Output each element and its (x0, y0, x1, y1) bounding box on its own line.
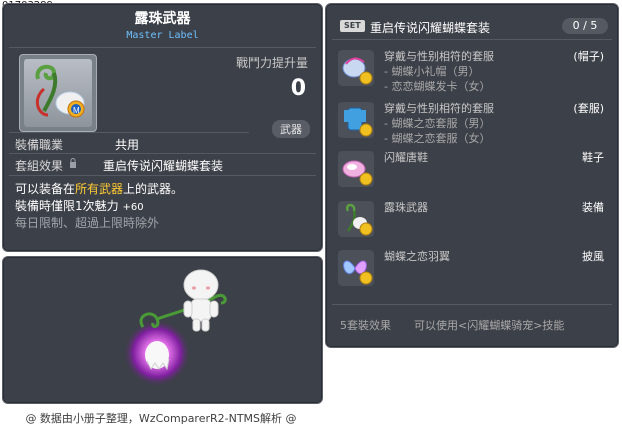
svg-text:M: M (73, 106, 80, 115)
set-item-name: 闪耀唐鞋 (384, 151, 428, 164)
desc-highlight: 所有武器 (75, 182, 124, 196)
set-item-sub: - 恋恋蝴蝶发卡（女） (384, 80, 491, 93)
item-label: Master Label (126, 30, 199, 41)
outfit-icon (338, 102, 374, 138)
set-item-slot: 鞋子 (582, 151, 604, 164)
item-icon-frame: M (19, 54, 97, 132)
set-item-slot: (套服) (573, 102, 604, 115)
item-tooltip-panel: 露珠武器 Master Label M 戰鬥力提升量 0 武器 裝備職業 共用 … (2, 3, 323, 252)
set-item-shoes[interactable]: 闪耀唐鞋 鞋子 (336, 149, 612, 189)
character-preview-panel (2, 256, 323, 404)
item-title: 露珠武器 (134, 11, 191, 27)
charm-value: +60 (122, 202, 144, 213)
set-item-name: 穿戴与性别相符的套服 (384, 50, 494, 63)
set-title: 重启传说闪耀蝴蝶套装 (370, 21, 491, 35)
set-item-name: 露珠武器 (384, 201, 428, 214)
divider (332, 39, 612, 40)
set-effect-label: 套組效果 (15, 159, 64, 173)
set-item-slot: 装備 (582, 201, 604, 214)
set-item-wings[interactable]: 蝴蝶之恋羽翼 披風 (336, 248, 612, 288)
set-item-slot: (帽子) (573, 50, 604, 63)
weapon-icon (338, 201, 374, 237)
character-preview (123, 269, 227, 387)
divider (9, 175, 316, 176)
set-effect-label: 5套裝效果 (340, 319, 391, 332)
job-value: 共用 (115, 138, 140, 152)
character-avatar (183, 269, 219, 332)
set-name: 重启传说闪耀蝴蝶套装 (103, 159, 224, 173)
power-increase-label: 戰鬥力提升量 (235, 56, 308, 70)
desc-text: 上的武器。 (123, 182, 184, 196)
lock-icon (70, 158, 76, 168)
set-item-sub: - 蝴蝶之恋套服（女） (384, 132, 491, 145)
item-icon-background: M (24, 59, 92, 127)
set-badge: SET (340, 20, 365, 32)
dewdrop-weapon-icon: M (35, 64, 85, 118)
charm-description: 裝備時僅限1次魅力 +60 (15, 197, 144, 214)
divider (9, 47, 316, 48)
credit-text: @ 数据由小册子整理，WzComparerR2-NTMS解析 @ (25, 412, 297, 425)
hat-icon (338, 50, 374, 86)
set-item-outfit[interactable]: 穿戴与性别相符的套服 (套服) - 蝴蝶之恋套服（男） - 蝴蝶之恋套服（女） (336, 100, 612, 145)
wings-icon (338, 250, 374, 286)
limit-description: 每日限制、超過上限時除外 (15, 216, 160, 230)
divider (9, 132, 249, 133)
divider (332, 304, 612, 305)
set-info-panel: SET 重启传说闪耀蝴蝶套装 0 / 5 穿戴与性别相符的套服 (帽子) - 蝴… (325, 3, 619, 348)
category-badge: 武器 (272, 120, 310, 138)
set-item-slot: 披風 (582, 250, 604, 263)
power-increase-value: 0 (290, 76, 306, 101)
desc-text: 可以装备在 (15, 182, 76, 196)
set-item-name: 穿戴与性别相符的套服 (384, 102, 494, 115)
set-item-hat[interactable]: 穿戴与性别相符的套服 (帽子) - 蝴蝶小礼帽（男） - 恋恋蝴蝶发卡（女） (336, 48, 612, 93)
set-item-sub: - 蝴蝶之恋套服（男） (384, 117, 491, 130)
set-effect-value: 可以使用<闪耀蝴蝶骑宠>技能 (414, 319, 565, 332)
equip-description: 可以装备在所有武器上的武器。 (15, 180, 183, 197)
divider (9, 153, 316, 154)
charm-text: 裝備時僅限1次魅力 (15, 199, 119, 213)
job-label: 裝備職業 (15, 138, 64, 152)
set-count-badge: 0 / 5 (562, 18, 608, 34)
set-item-sub: - 蝴蝶小礼帽（男） (384, 65, 480, 78)
set-item-weapon[interactable]: 露珠武器 装備 (336, 199, 612, 239)
set-item-name: 蝴蝶之恋羽翼 (384, 250, 450, 263)
shoes-icon (338, 151, 374, 187)
